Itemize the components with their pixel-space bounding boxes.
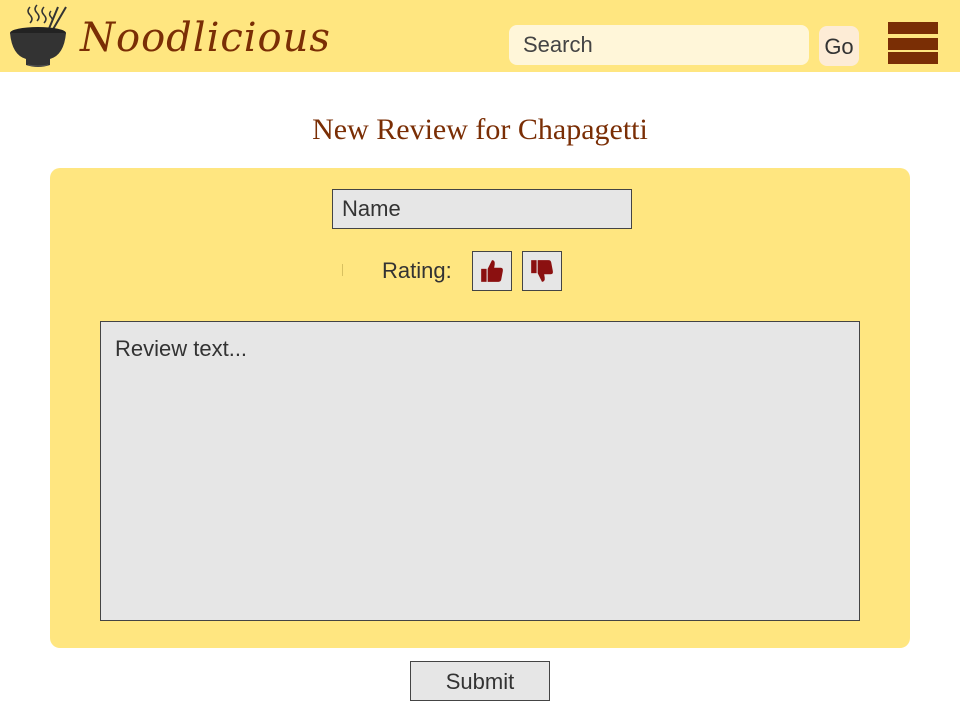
thumbs-up-icon	[481, 260, 503, 282]
site-header: Noodlicious Go	[0, 0, 960, 72]
menu-bar	[888, 22, 938, 34]
review-text-field[interactable]	[100, 321, 860, 621]
rating-label: Rating:	[382, 258, 452, 283]
thumbs-up-button[interactable]	[472, 251, 512, 291]
thumbs-down-button[interactable]	[522, 251, 562, 291]
go-button[interactable]: Go	[819, 26, 859, 66]
page-title: New Review for Chapagetti	[312, 113, 648, 146]
search-input[interactable]	[509, 25, 809, 65]
rating-divider	[342, 264, 343, 276]
menu-bar	[888, 38, 938, 50]
noodle-bowl-icon[interactable]	[8, 3, 70, 69]
review-form: Rating:	[50, 168, 910, 648]
submit-button[interactable]: Submit	[410, 661, 550, 701]
name-field[interactable]	[332, 189, 632, 229]
hamburger-menu-icon[interactable]	[888, 22, 938, 64]
brand-name[interactable]: Noodlicious	[80, 14, 331, 62]
thumbs-down-icon	[531, 260, 553, 282]
menu-bar	[888, 52, 938, 64]
